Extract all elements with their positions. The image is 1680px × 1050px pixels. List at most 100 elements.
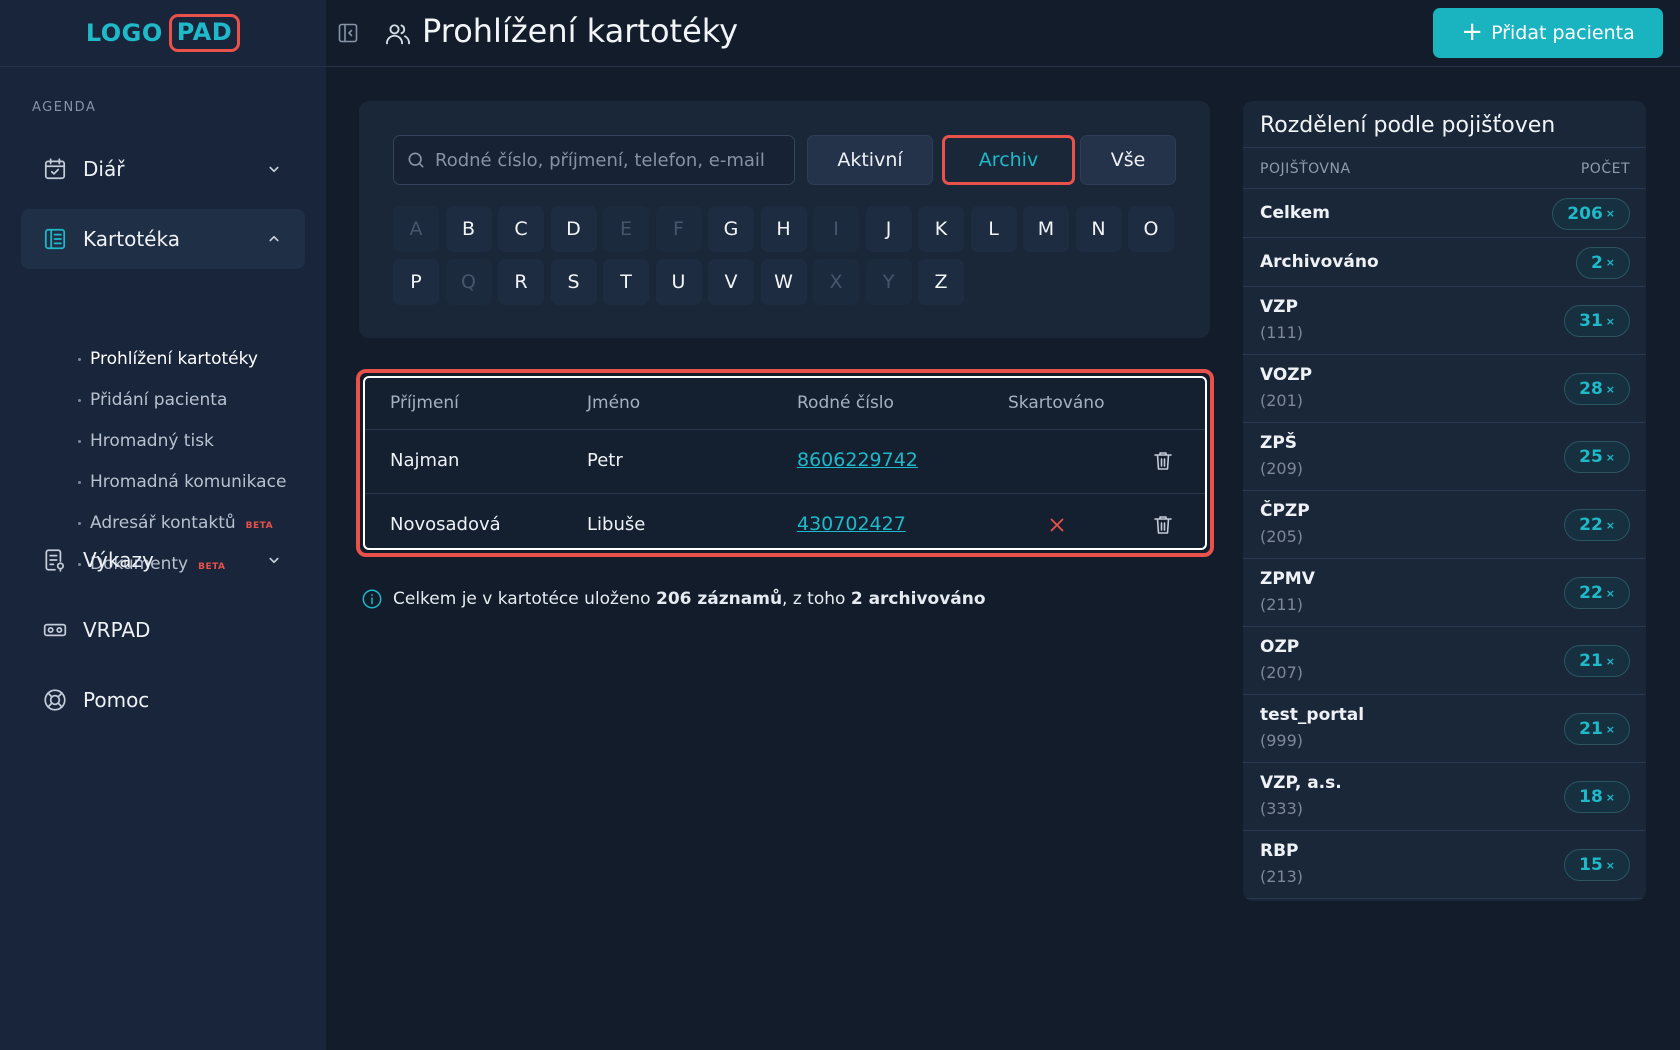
search-icon <box>408 152 424 168</box>
sidebar-collapse-icon[interactable] <box>336 21 360 45</box>
insurance-code: (213) <box>1260 867 1304 886</box>
table-header: Příjmení Jméno Rodné číslo Skartováno <box>365 378 1205 430</box>
count-badge: 31 × <box>1564 305 1630 337</box>
letter-filter-p[interactable]: P <box>393 259 439 305</box>
insurance-row: ZPŠ (209) 25 × <box>1243 423 1646 491</box>
bullet-dot <box>78 398 81 402</box>
insurance-name: VOZP <box>1260 365 1313 385</box>
column-header-name[interactable]: Jméno <box>587 393 640 413</box>
subnav-item-label: Hromadný tisk <box>90 431 214 451</box>
letter-filter-n[interactable]: N <box>1075 206 1122 252</box>
add-patient-button[interactable]: + Přidat pacienta <box>1433 8 1663 58</box>
letter-filter-z[interactable]: Z <box>918 259 964 305</box>
calendar-icon <box>41 155 69 183</box>
birth-number-link[interactable]: 430702427 <box>797 513 906 535</box>
subnav-item-komunikace[interactable]: Hromadná komunikace <box>78 467 286 497</box>
count-badge: 25 × <box>1564 441 1630 473</box>
logo[interactable]: LOGO PAD <box>86 14 241 52</box>
insurance-code: (209) <box>1260 459 1304 478</box>
column-header-surname[interactable]: Příjmení <box>390 393 459 413</box>
search-input[interactable] <box>435 149 785 171</box>
count-suffix: × <box>1605 722 1615 736</box>
count-suffix: × <box>1605 207 1615 220</box>
count-suffix: × <box>1605 586 1615 600</box>
cell-surname: Novosadová <box>390 514 501 535</box>
letter-filter-b[interactable]: B <box>445 206 492 252</box>
count-value: 31 <box>1579 311 1603 331</box>
letter-filter-v[interactable]: V <box>708 259 754 305</box>
letter-filter-e: E <box>603 206 649 252</box>
count-badge: 22 × <box>1564 577 1630 609</box>
count-badge: 21 × <box>1564 645 1630 677</box>
letter-filter-o[interactable]: O <box>1128 206 1174 252</box>
sidebar-item-label: Diář <box>83 157 125 181</box>
cell-name: Libuše <box>587 514 646 535</box>
insurance-name: VZP, a.s. <box>1260 773 1342 793</box>
letter-filter-u[interactable]: U <box>655 259 702 305</box>
letter-filter-s[interactable]: S <box>550 259 597 305</box>
filter-active-button[interactable]: Aktivní <box>807 135 933 185</box>
subnav-item-tisk[interactable]: Hromadný tisk <box>78 426 214 456</box>
letter-filter-k[interactable]: K <box>918 206 964 252</box>
sidebar-item-vrpad[interactable]: VRPAD <box>21 600 305 660</box>
letter-filter-g[interactable]: G <box>708 206 754 252</box>
count-suffix: × <box>1605 256 1615 269</box>
insurance-code: (207) <box>1260 663 1304 682</box>
column-header-shredded[interactable]: Skartováno <box>1008 393 1104 413</box>
chevron-down-icon <box>269 166 279 173</box>
bullet-dot <box>78 439 81 443</box>
filter-card: Aktivní Archiv Vše ABCDEFGHIJKLMNO PQRST… <box>359 101 1210 338</box>
sidebar-item-vykazy[interactable]: Výkazy <box>21 530 305 590</box>
table-row[interactable]: Najman Petr 8606229742 <box>365 430 1205 494</box>
letter-filter-j[interactable]: J <box>865 206 912 252</box>
count-badge: 18 × <box>1564 781 1630 813</box>
insurance-code: (999) <box>1260 731 1304 750</box>
letter-filter-q: Q <box>445 259 492 305</box>
logo-area: LOGO PAD <box>0 0 326 67</box>
insurance-row: ČPZP (205) 22 × <box>1243 491 1646 559</box>
insurance-row: RBP (213) 15 × <box>1243 831 1646 899</box>
trash-icon[interactable] <box>1151 448 1175 474</box>
trash-icon[interactable] <box>1151 512 1175 538</box>
letter-filter-d[interactable]: D <box>550 206 597 252</box>
summary-prefix: Celkem je v kartotéce uloženo <box>393 589 656 609</box>
letter-filter-c[interactable]: C <box>498 206 544 252</box>
insurance-row: ZPMV (211) 22 × <box>1243 559 1646 627</box>
count-value: 22 <box>1579 583 1603 603</box>
subnav-item-pridani[interactable]: Přidání pacienta <box>78 385 227 415</box>
letter-filter-t[interactable]: T <box>603 259 649 305</box>
filter-all-button[interactable]: Vše <box>1080 135 1176 185</box>
insurance-name: ZPMV <box>1260 569 1315 589</box>
subnav-item-label: Hromadná komunikace <box>90 472 287 492</box>
subnav-item-prohlizeni[interactable]: Prohlížení kartotéky <box>78 344 258 374</box>
count-suffix: × <box>1605 314 1615 328</box>
sidebar-item-kartoteka[interactable]: Kartotéka <box>21 209 305 269</box>
add-patient-label: Přidat pacienta <box>1491 22 1635 44</box>
summary-total: 206 záznamů <box>655 589 783 609</box>
letter-filter-w[interactable]: W <box>760 259 807 305</box>
letter-filter-l[interactable]: L <box>970 206 1017 252</box>
letter-filter-r[interactable]: R <box>498 259 544 305</box>
count-suffix: × <box>1605 858 1615 872</box>
insurance-row: test_portal (999) 21 × <box>1243 695 1646 763</box>
insurance-row: VZP, a.s. (333) 18 × <box>1243 763 1646 831</box>
column-header-birth-number[interactable]: Rodné číslo <box>797 393 894 413</box>
beta-badge: BETA <box>245 520 274 531</box>
letter-filter-h[interactable]: H <box>760 206 807 252</box>
letter-filter-y: Y <box>865 259 912 305</box>
sidebar-item-pomoc[interactable]: Pomoc <box>21 670 305 730</box>
table-row[interactable]: Novosadová Libuše 430702427 <box>365 494 1205 548</box>
letter-filter-x: X <box>813 259 859 305</box>
letter-filter-a: A <box>393 206 439 252</box>
search-field[interactable] <box>393 135 795 185</box>
insurance-row: VZP (111) 31 × <box>1243 287 1646 355</box>
sidebar-item-diar[interactable]: Diář <box>21 139 305 199</box>
letter-filter-m[interactable]: M <box>1023 206 1069 252</box>
patients-table-highlight: Příjmení Jméno Rodné číslo Skartováno Na… <box>356 369 1214 557</box>
count-value: 21 <box>1579 651 1603 671</box>
birth-number-link[interactable]: 8606229742 <box>797 449 918 471</box>
insurance-col-name: POJIŠŤOVNA <box>1260 161 1351 177</box>
filter-archive-button[interactable]: Archiv <box>942 135 1075 185</box>
count-value: 22 <box>1579 515 1603 535</box>
vr-headset-icon <box>41 616 69 644</box>
